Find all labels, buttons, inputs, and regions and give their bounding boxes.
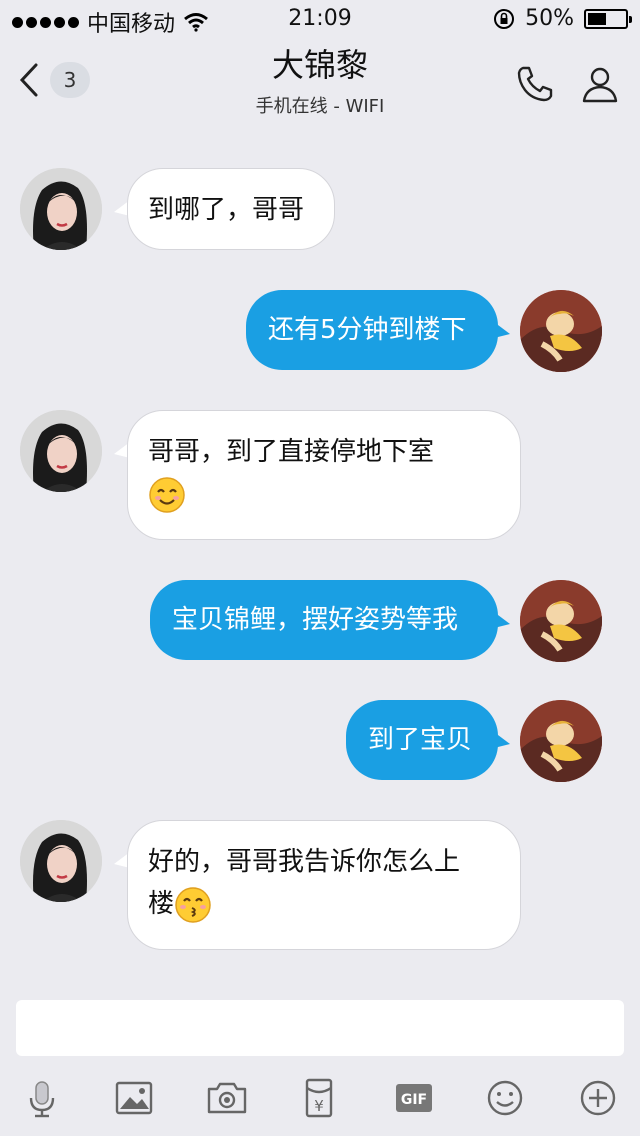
bubble-tail xyxy=(494,612,510,628)
contact-avatar[interactable] xyxy=(20,168,102,250)
red-packet-icon[interactable]: ¥ xyxy=(297,1076,341,1120)
phone-icon[interactable] xyxy=(515,64,555,104)
yen-label: ¥ xyxy=(314,1097,324,1115)
my-avatar[interactable] xyxy=(520,580,602,662)
gif-icon[interactable]: GIF xyxy=(392,1076,436,1120)
image-icon[interactable] xyxy=(112,1076,156,1120)
mic-icon[interactable] xyxy=(20,1076,64,1120)
message-bubble-outgoing[interactable]: 宝贝锦鲤，摆好姿势等我 xyxy=(150,580,498,660)
message-text: 到了宝贝 xyxy=(368,725,473,755)
battery-icon xyxy=(584,8,632,29)
contact-avatar[interactable] xyxy=(20,820,102,902)
message-bubble-outgoing[interactable]: 还有5分钟到楼下 xyxy=(246,290,498,370)
gif-label: GIF xyxy=(401,1092,427,1108)
message-text-line1: 好的，哥哥我告诉你怎么上 xyxy=(148,847,461,877)
battery-area: 50% xyxy=(493,6,632,31)
camera-icon[interactable] xyxy=(205,1076,249,1120)
plus-icon[interactable] xyxy=(576,1076,620,1120)
chat-header: 3 大锦黎 手机在线 - WIFI xyxy=(0,40,640,130)
battery-percent: 50% xyxy=(525,6,574,31)
chat-toolbar: ¥ GIF xyxy=(0,1066,640,1130)
status-bar: 中国移动 21:09 50% xyxy=(0,0,640,40)
kissing-face-icon xyxy=(175,886,211,923)
message-input[interactable] xyxy=(16,1000,624,1056)
bubble-tail xyxy=(494,732,510,748)
chat-screen: 中国移动 21:09 50% 3 大锦黎 手机在线 - WIFI 到哪了，哥哥 … xyxy=(0,0,640,1136)
my-avatar[interactable] xyxy=(520,290,602,372)
my-avatar[interactable] xyxy=(520,700,602,782)
smiling-face-icon xyxy=(149,476,185,513)
message-text-line2: 楼 xyxy=(148,883,500,925)
emoji-icon[interactable] xyxy=(483,1076,527,1120)
message-bubble-incoming[interactable]: 好的，哥哥我告诉你怎么上 楼 xyxy=(127,820,521,950)
message-text: 宝贝锦鲤，摆好姿势等我 xyxy=(172,605,459,635)
message-text: 到哪了，哥哥 xyxy=(148,195,305,225)
message-bubble-incoming[interactable]: 到哪了，哥哥 xyxy=(127,168,335,250)
message-text: 还有5分钟到楼下 xyxy=(268,315,467,345)
orientation-lock-icon xyxy=(494,8,515,29)
message-bubble-incoming[interactable]: 哥哥，到了直接停地下室 xyxy=(127,410,521,540)
contact-avatar[interactable] xyxy=(20,410,102,492)
profile-icon[interactable] xyxy=(580,64,620,104)
bubble-tail xyxy=(494,322,510,338)
message-bubble-outgoing[interactable]: 到了宝贝 xyxy=(346,700,498,780)
message-text-line2-text: 楼 xyxy=(148,889,175,919)
message-text: 哥哥，到了直接停地下室 xyxy=(148,437,435,467)
